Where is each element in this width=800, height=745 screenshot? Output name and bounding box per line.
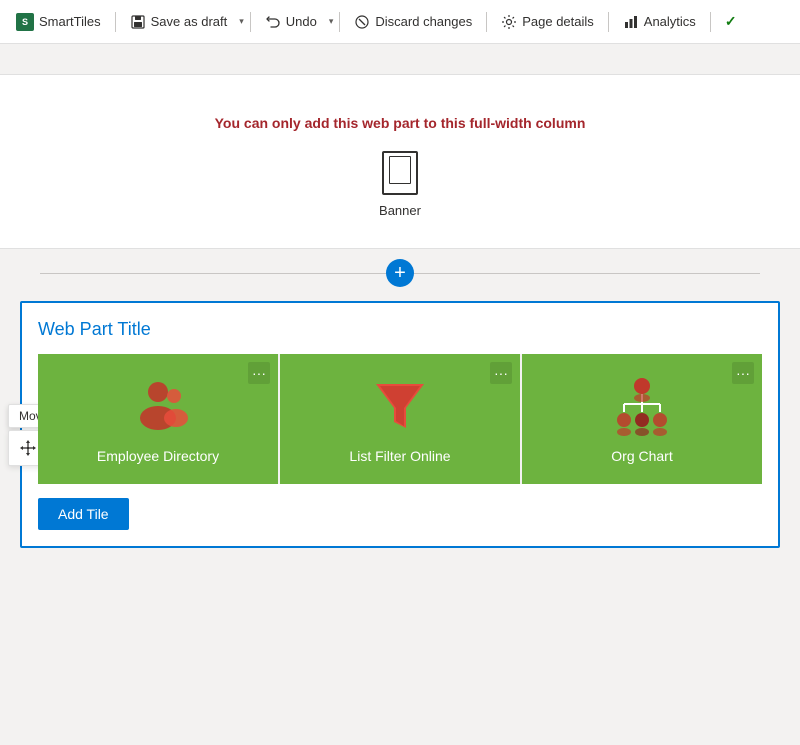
full-width-text: You can only add this web part to this f…	[215, 115, 586, 131]
add-tile-button[interactable]: Add Tile	[38, 498, 129, 530]
undo-dropdown-arrow[interactable]: ▾	[329, 16, 334, 27]
page-details-button[interactable]: Page details	[493, 10, 602, 34]
save-icon	[130, 14, 146, 30]
banner-label: Banner	[379, 203, 421, 218]
toolbar: S SmartTiles Save as draft ▾ Undo ▾ Disc…	[0, 0, 800, 44]
tile-label-list-filter-online: List Filter Online	[349, 448, 450, 464]
save-dropdown-arrow[interactable]: ▾	[239, 16, 244, 27]
tile-label-employee-directory: Employee Directory	[97, 448, 219, 464]
webpart-title[interactable]: Web Part Title	[38, 319, 762, 340]
tile-label-org-chart: Org Chart	[611, 448, 672, 464]
tile-menu-list-filter-online[interactable]: ···	[490, 362, 512, 384]
analytics-button[interactable]: Analytics	[615, 10, 704, 34]
employee-directory-icon	[126, 374, 190, 438]
save-as-draft-label: Save as draft	[151, 14, 228, 29]
divider-3	[339, 12, 340, 32]
tile-list-filter-online[interactable]: ··· List Filter Online	[280, 354, 522, 484]
analytics-label: Analytics	[644, 14, 696, 29]
page-details-label: Page details	[522, 14, 594, 29]
divider-6	[710, 12, 711, 32]
save-as-draft-button[interactable]: Save as draft	[122, 10, 236, 34]
smarttiles-button[interactable]: S SmartTiles	[8, 9, 109, 35]
divider-4	[486, 12, 487, 32]
org-chart-icon	[610, 374, 674, 438]
tile-employee-directory[interactable]: ··· Employee Directory	[38, 354, 280, 484]
banner-icon	[382, 151, 418, 195]
discard-icon	[354, 14, 370, 30]
banner-icon-inner	[389, 156, 411, 184]
check-button[interactable]: ✓	[717, 9, 745, 34]
undo-label: Undo	[286, 14, 317, 29]
add-section-button[interactable]: +	[386, 259, 414, 287]
divider-5	[608, 12, 609, 32]
smarttiles-icon: S	[16, 13, 34, 31]
undo-button[interactable]: Undo	[257, 10, 325, 34]
tile-org-chart[interactable]: ···	[522, 354, 762, 484]
divider-2	[250, 12, 251, 32]
analytics-icon	[623, 14, 639, 30]
tiles-grid: ··· Employee Directory ···	[38, 354, 762, 484]
full-width-notice: You can only add this web part to this f…	[0, 74, 800, 249]
banner-icon-wrap: Banner	[379, 151, 421, 218]
section-divider: +	[0, 259, 800, 287]
check-icon: ✓	[725, 13, 737, 30]
discard-changes-button[interactable]: Discard changes	[346, 10, 480, 34]
webpart-container: Web Part Title ··· Employee Directory ··…	[20, 301, 780, 548]
gear-icon	[501, 14, 517, 30]
canvas: You can only add this web part to this f…	[0, 44, 800, 745]
undo-icon	[265, 14, 281, 30]
tile-menu-employee-directory[interactable]: ···	[248, 362, 270, 384]
list-filter-icon	[368, 374, 432, 438]
discard-changes-label: Discard changes	[375, 14, 472, 29]
divider-1	[115, 12, 116, 32]
smarttiles-label: SmartTiles	[39, 14, 101, 29]
tile-menu-org-chart[interactable]: ···	[732, 362, 754, 384]
